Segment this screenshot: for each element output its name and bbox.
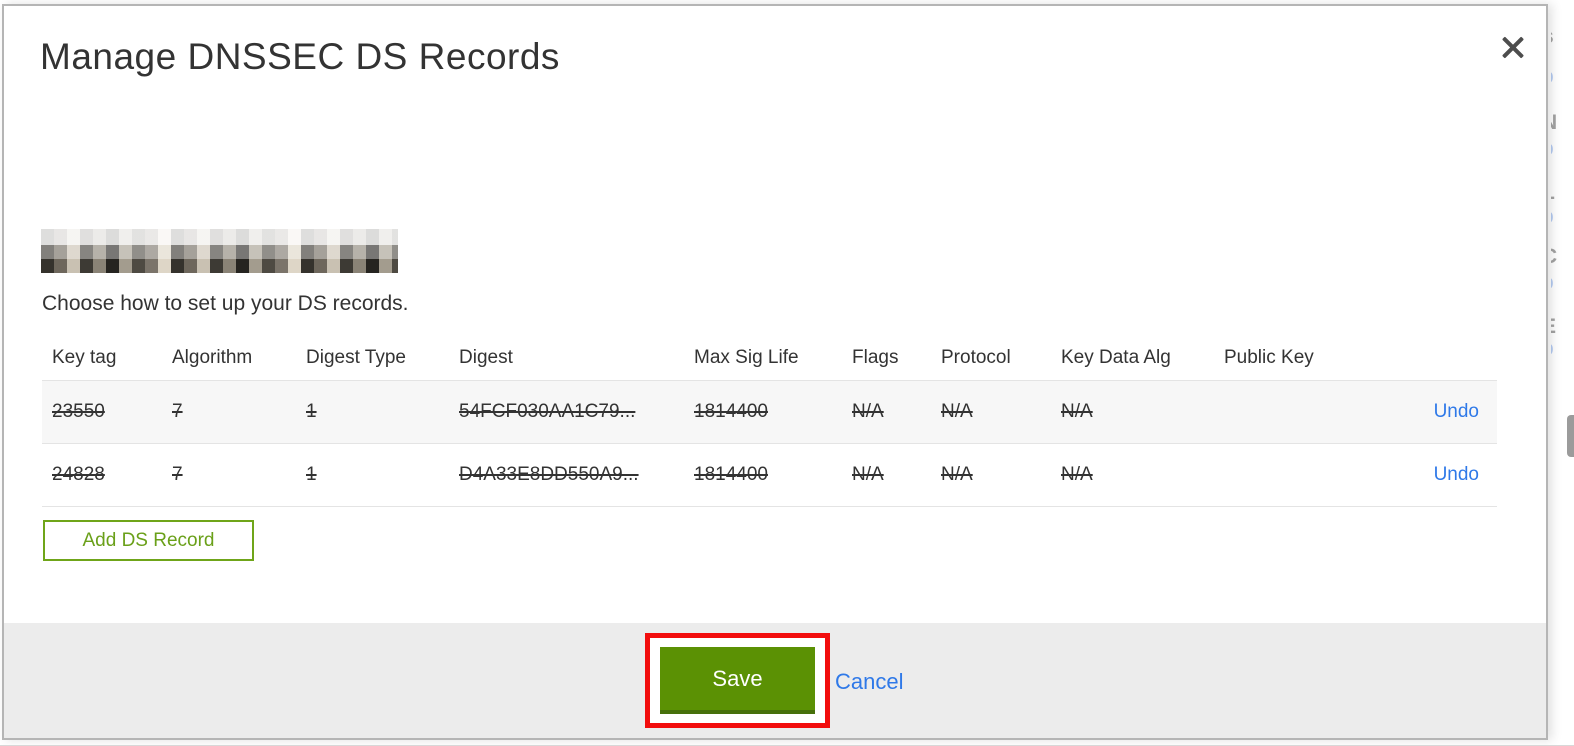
close-icon[interactable]	[1498, 32, 1528, 62]
col-header-public-key: Public Key	[1224, 346, 1314, 368]
undo-link[interactable]: Undo	[1434, 401, 1479, 422]
backdrop-text-fragment: o	[1551, 66, 1554, 87]
cell-flags: N/A	[852, 400, 884, 422]
cell-actions: Undo	[1374, 443, 1497, 506]
col-header-digest: Digest	[459, 346, 513, 368]
cell-key-data-alg: N/A	[1061, 463, 1093, 485]
backdrop-text-fragment: o	[1551, 138, 1554, 159]
background-page-sliver: soNoLoCoEo	[1551, 0, 1574, 745]
col-header-protocol: Protocol	[941, 346, 1011, 368]
backdrop-text-fragment: o	[1551, 338, 1554, 359]
cell-max-sig-life: 1814400	[694, 400, 768, 422]
cell-protocol: N/A	[941, 463, 973, 485]
col-header-flags: Flags	[852, 346, 899, 368]
cell-key-data-alg: N/A	[1061, 400, 1093, 422]
table-row: 23550 7 1 54FCF030AA1C79... 1814400 N/A …	[42, 380, 1497, 443]
add-ds-record-button[interactable]: Add DS Record	[43, 520, 254, 561]
backdrop-text-fragment: o	[1551, 206, 1554, 227]
backdrop-text-fragment: s	[1551, 26, 1554, 47]
backdrop-text-fragment: E	[1551, 316, 1556, 337]
col-header-key-tag: Key tag	[52, 346, 117, 368]
cell-digest-type: 1	[306, 463, 317, 485]
table-header-row: Key tag Algorithm Digest Type Digest Max…	[42, 336, 1497, 380]
cell-public-key	[1224, 443, 1374, 506]
instruction-text: Choose how to set up your DS records.	[42, 292, 409, 315]
manage-dnssec-ds-records-modal: Manage DNSSEC DS Records Choose how to s…	[2, 4, 1548, 740]
cell-digest: 54FCF030AA1C79...	[459, 400, 636, 422]
cell-algorithm: 7	[172, 463, 183, 485]
col-header-key-data-alg: Key Data Alg	[1061, 346, 1171, 368]
backdrop-text-fragment: L	[1551, 182, 1555, 203]
backdrop-text-fragment: C	[1551, 246, 1557, 267]
cell-flags: N/A	[852, 463, 884, 485]
col-header-digest-type: Digest Type	[306, 346, 406, 368]
cell-digest: D4A33E8DD550A9...	[459, 463, 639, 485]
scrollbar-thumb[interactable]	[1567, 415, 1574, 457]
cell-actions: Undo	[1374, 380, 1497, 443]
save-button[interactable]: Save	[660, 647, 815, 714]
annotation-highlight-box: Save	[645, 633, 830, 728]
col-header-algorithm: Algorithm	[172, 346, 253, 368]
cell-algorithm: 7	[172, 400, 183, 422]
page: soNoLoCoEo Manage DNSSEC DS Records Choo…	[0, 0, 1574, 746]
backdrop-text-fragment: o	[1551, 272, 1554, 293]
undo-link[interactable]: Undo	[1434, 464, 1479, 485]
col-header-actions	[1374, 336, 1497, 380]
backdrop-text-fragment: N	[1551, 112, 1557, 133]
col-header-max-sig-life: Max Sig Life	[694, 346, 799, 368]
cancel-link[interactable]: Cancel	[835, 669, 903, 695]
cell-max-sig-life: 1814400	[694, 463, 768, 485]
modal-footer: Save Cancel	[4, 623, 1546, 738]
cell-digest-type: 1	[306, 400, 317, 422]
cell-key-tag: 24828	[52, 463, 105, 485]
redacted-domain-name	[41, 229, 398, 273]
cell-public-key	[1224, 380, 1374, 443]
cell-key-tag: 23550	[52, 400, 105, 422]
ds-records-table: Key tag Algorithm Digest Type Digest Max…	[42, 336, 1497, 507]
table-row: 24828 7 1 D4A33E8DD550A9... 1814400 N/A …	[42, 443, 1497, 506]
cell-protocol: N/A	[941, 400, 973, 422]
modal-title: Manage DNSSEC DS Records	[40, 36, 560, 77]
